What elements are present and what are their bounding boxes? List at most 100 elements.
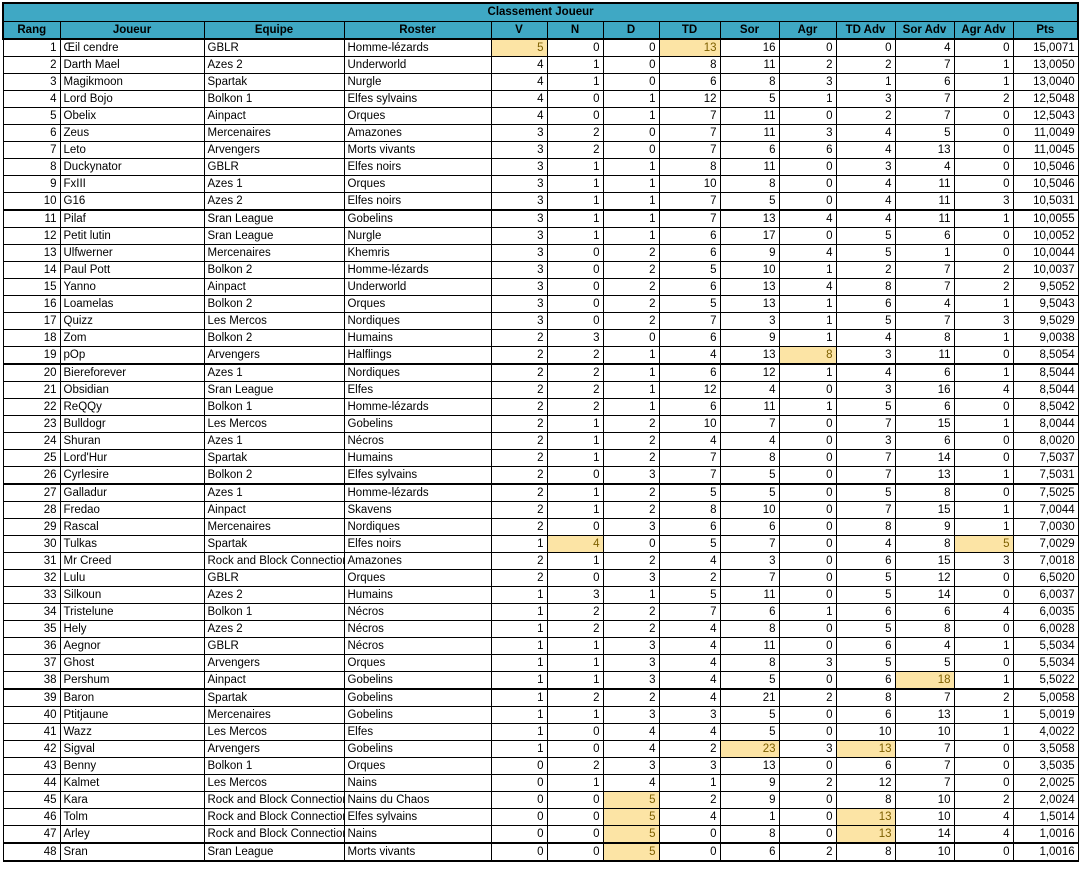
column-header-roster[interactable]: Roster: [343, 20, 492, 40]
cell-joueur[interactable]: Ptitjaune: [59, 706, 205, 724]
cell-rang[interactable]: 7: [2, 141, 61, 159]
column-header-agr-adv[interactable]: Agr Adv: [953, 20, 1014, 40]
cell-sor[interactable]: 8: [719, 449, 780, 467]
cell-td[interactable]: 6: [658, 518, 721, 536]
column-header-rang[interactable]: Rang: [2, 20, 61, 40]
cell-n[interactable]: 1: [546, 706, 604, 724]
cell-tdadv[interactable]: 3: [835, 432, 896, 450]
cell-rang[interactable]: 48: [2, 842, 61, 862]
cell-agradv[interactable]: 0: [953, 107, 1014, 125]
cell-agradv[interactable]: 1: [953, 329, 1014, 347]
cell-soradv[interactable]: 15: [894, 552, 955, 570]
cell-d[interactable]: 1: [602, 192, 660, 211]
cell-tdadv[interactable]: 4: [835, 192, 896, 211]
cell-n[interactable]: 1: [546, 671, 604, 690]
cell-sor[interactable]: 4: [719, 381, 780, 399]
cell-roster[interactable]: Nécros: [343, 620, 492, 638]
table-row[interactable]: 5 Obelix Ainpact Orques 4 0 1 7 11 0 2 7 0 12,5043: [2, 107, 1079, 125]
cell-joueur[interactable]: Hely: [59, 620, 205, 638]
table-row[interactable]: 34 Tristelune Bolkon 1 Nécros 1 2 2 7 6 1 6 6 4 6,003…: [2, 603, 1079, 621]
cell-roster[interactable]: Orques: [343, 175, 492, 193]
cell-v[interactable]: 1: [490, 706, 548, 724]
cell-rang[interactable]: 5: [2, 107, 61, 125]
cell-agr[interactable]: 8: [778, 346, 837, 365]
cell-joueur[interactable]: Aegnor: [59, 637, 205, 655]
cell-d[interactable]: 0: [602, 141, 660, 159]
cell-v[interactable]: 2: [490, 449, 548, 467]
cell-n[interactable]: 0: [546, 808, 604, 826]
cell-agradv[interactable]: 0: [953, 38, 1014, 57]
cell-tdadv[interactable]: 7: [835, 415, 896, 433]
cell-tdadv[interactable]: 7: [835, 501, 896, 519]
cell-rang[interactable]: 44: [2, 774, 61, 792]
cell-d[interactable]: 1: [602, 158, 660, 176]
cell-roster[interactable]: Elfes sylvains: [343, 466, 492, 485]
cell-agradv[interactable]: 1: [953, 73, 1014, 91]
cell-sor[interactable]: 11: [719, 586, 780, 604]
cell-soradv[interactable]: 10: [894, 723, 955, 741]
cell-td[interactable]: 6: [658, 398, 721, 416]
cell-agr[interactable]: 0: [778, 38, 837, 57]
cell-sor[interactable]: 13: [719, 209, 780, 228]
cell-soradv[interactable]: 16: [894, 381, 955, 399]
cell-n[interactable]: 1: [546, 654, 604, 672]
cell-pts[interactable]: 5,5034: [1012, 637, 1079, 655]
cell-agradv[interactable]: 0: [953, 141, 1014, 159]
cell-d[interactable]: 1: [602, 398, 660, 416]
cell-td[interactable]: 3: [658, 706, 721, 724]
cell-n[interactable]: 1: [546, 175, 604, 193]
cell-tdadv[interactable]: 6: [835, 706, 896, 724]
cell-td[interactable]: 7: [658, 312, 721, 330]
cell-n[interactable]: 1: [546, 192, 604, 211]
cell-d[interactable]: 2: [602, 603, 660, 621]
cell-v[interactable]: 0: [490, 825, 548, 844]
cell-v[interactable]: 2: [490, 346, 548, 365]
cell-tdadv[interactable]: 5: [835, 227, 896, 245]
cell-rang[interactable]: 32: [2, 569, 61, 587]
cell-v[interactable]: 1: [490, 654, 548, 672]
cell-sor[interactable]: 13: [719, 295, 780, 313]
cell-sor[interactable]: 10: [719, 261, 780, 279]
cell-joueur[interactable]: Leto: [59, 141, 205, 159]
cell-agradv[interactable]: 0: [953, 346, 1014, 365]
cell-equipe[interactable]: Arvengers: [203, 346, 345, 365]
cell-td[interactable]: 4: [658, 671, 721, 690]
cell-soradv[interactable]: 4: [894, 295, 955, 313]
cell-pts[interactable]: 11,0045: [1012, 141, 1079, 159]
cell-td[interactable]: 2: [658, 569, 721, 587]
table-row[interactable]: 31 Mr Creed Rock and Block Connection Amazo…: [2, 552, 1079, 570]
cell-v[interactable]: 3: [490, 244, 548, 262]
cell-joueur[interactable]: Pilaf: [59, 209, 205, 228]
cell-td[interactable]: 4: [658, 688, 721, 707]
cell-d[interactable]: 0: [602, 535, 660, 553]
table-row[interactable]: 33 Silkoun Azes 2 Humains 1 3 1 5 11 0 5 14 0 6,0037: [2, 586, 1079, 604]
cell-equipe[interactable]: GBLR: [203, 569, 345, 587]
cell-d[interactable]: 0: [602, 124, 660, 142]
cell-d[interactable]: 0: [602, 329, 660, 347]
cell-sor[interactable]: 23: [719, 740, 780, 758]
cell-agradv[interactable]: 0: [953, 569, 1014, 587]
cell-v[interactable]: 0: [490, 842, 548, 862]
cell-d[interactable]: 5: [602, 825, 660, 844]
cell-d[interactable]: 3: [602, 637, 660, 655]
cell-pts[interactable]: 10,5046: [1012, 158, 1079, 176]
cell-agr[interactable]: 2: [778, 56, 837, 74]
cell-sor[interactable]: 9: [719, 329, 780, 347]
cell-n[interactable]: 0: [546, 38, 604, 57]
cell-pts[interactable]: 8,5044: [1012, 381, 1079, 399]
cell-v[interactable]: 1: [490, 586, 548, 604]
cell-equipe[interactable]: Rock and Block Connection: [203, 808, 345, 826]
cell-roster[interactable]: Amazones: [343, 552, 492, 570]
cell-joueur[interactable]: Tristelune: [59, 603, 205, 621]
cell-roster[interactable]: Nordiques: [343, 363, 492, 382]
cell-sor[interactable]: 4: [719, 432, 780, 450]
cell-sor[interactable]: 9: [719, 244, 780, 262]
cell-td[interactable]: 3: [658, 757, 721, 775]
cell-td[interactable]: 6: [658, 363, 721, 382]
cell-soradv[interactable]: 12: [894, 569, 955, 587]
column-header-sor[interactable]: Sor: [719, 20, 780, 40]
cell-td[interactable]: 8: [658, 56, 721, 74]
cell-rang[interactable]: 20: [2, 363, 61, 382]
cell-agr[interactable]: 4: [778, 209, 837, 228]
cell-equipe[interactable]: Rock and Block Connection: [203, 552, 345, 570]
